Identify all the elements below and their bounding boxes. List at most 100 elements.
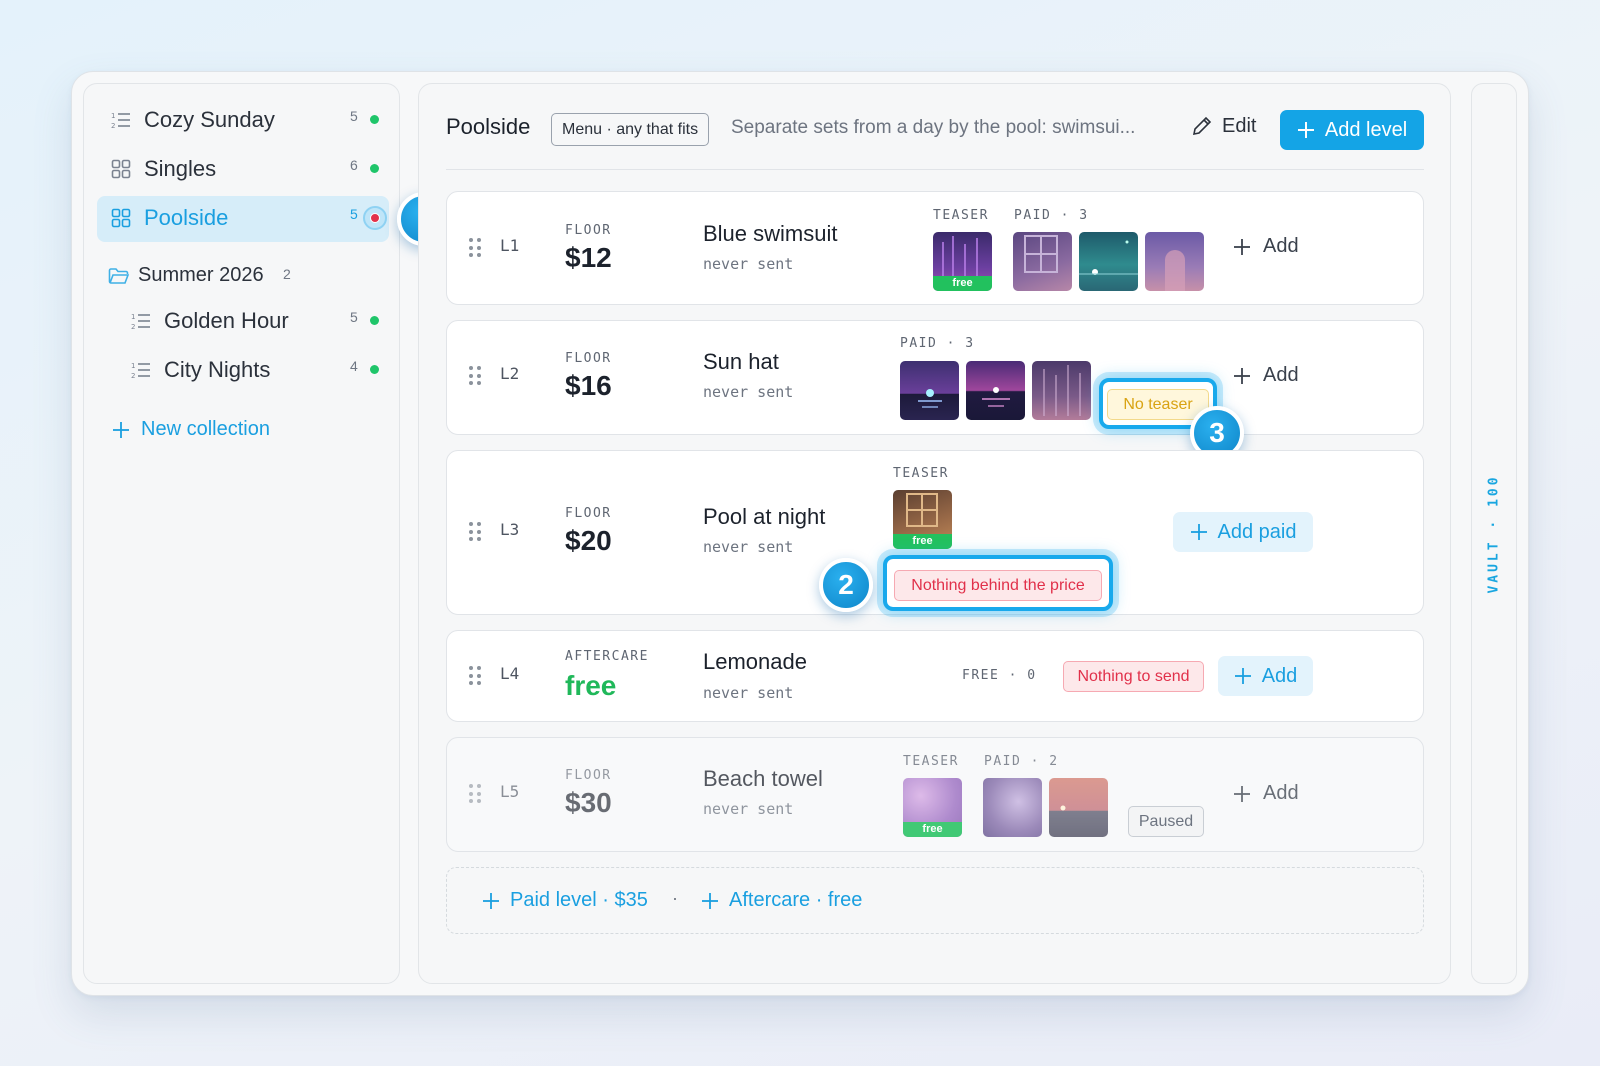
paid-thumbnail[interactable] xyxy=(1049,778,1108,837)
drag-handle-icon[interactable] xyxy=(469,666,481,686)
free-label: FREE · 0 xyxy=(962,668,1037,683)
drag-handle-icon[interactable] xyxy=(469,784,481,804)
item-count: 5 xyxy=(350,108,358,124)
add-level-label: Add level xyxy=(1324,118,1408,141)
level-kind: AFTERCARE xyxy=(565,649,649,664)
drag-handle-icon[interactable] xyxy=(469,522,481,542)
add-label: Add xyxy=(1263,235,1299,257)
sidebar-item-golden-hour[interactable]: 12 Golden Hour xyxy=(130,308,289,334)
teaser-label: TEASER xyxy=(893,466,949,481)
paid-thumbnail[interactable] xyxy=(983,778,1042,837)
item-count: 4 xyxy=(350,358,358,374)
paid-thumbnail[interactable] xyxy=(1013,232,1072,291)
sidebar-item-label: Cozy Sunday xyxy=(144,107,275,132)
pencil-icon xyxy=(1190,114,1214,138)
drag-handle-icon[interactable] xyxy=(469,238,481,258)
warning-no-teaser: No teaser xyxy=(1107,389,1209,420)
sidebar-item-label: Singles xyxy=(144,156,217,181)
sidebar-item-singles[interactable]: Singles xyxy=(110,156,216,182)
add-content-button[interactable]: Add xyxy=(1233,235,1299,258)
level-name: Blue swimsuit xyxy=(703,221,838,246)
sidebar-item-city-nights[interactable]: 12 City Nights xyxy=(130,357,270,383)
level-kind: FLOOR xyxy=(565,223,612,238)
level-price: $20 xyxy=(565,525,612,556)
level-id: L1 xyxy=(500,236,520,255)
teaser-label: TEASER xyxy=(903,754,959,769)
level-name: Pool at night xyxy=(703,504,826,529)
add-content-button[interactable]: Add xyxy=(1233,782,1299,805)
folder-label: Summer 2026 xyxy=(138,264,264,286)
add-label: Add xyxy=(1261,664,1298,687)
send-status: never sent xyxy=(703,684,794,702)
teaser-thumbnail[interactable]: free xyxy=(903,778,962,837)
add-content-button[interactable]: Add xyxy=(1233,364,1299,387)
new-collection-button[interactable]: New collection xyxy=(111,418,270,441)
add-level-button[interactable]: Add level xyxy=(1280,110,1424,150)
sidebar-item-poolside[interactable]: Poolside xyxy=(110,205,228,231)
callout-badge-2: 2 xyxy=(819,558,873,612)
send-status: never sent xyxy=(703,538,794,556)
add-content-button[interactable]: Add xyxy=(1218,656,1313,696)
warning-nothing-to-send: Nothing to send xyxy=(1063,661,1204,692)
send-status: never sent xyxy=(703,255,794,273)
plus-icon xyxy=(1234,667,1252,685)
add-paid-level-button[interactable]: Paid level · $35 xyxy=(482,889,648,912)
item-count: 6 xyxy=(350,157,358,173)
teaser-label: TEASER xyxy=(933,208,989,223)
teaser-thumbnail[interactable]: free xyxy=(933,232,992,291)
sidebar-item-label: Poolside xyxy=(144,205,229,230)
paid-thumbnail[interactable] xyxy=(900,361,959,420)
add-aftercare-button[interactable]: Aftercare · free xyxy=(701,889,862,912)
edit-label: Edit xyxy=(1222,114,1257,137)
numbered-list-icon: 12 xyxy=(130,310,152,332)
level-id: L4 xyxy=(500,664,520,683)
teaser-thumbnail[interactable]: free xyxy=(893,490,952,549)
svg-text:1: 1 xyxy=(111,112,115,120)
plus-icon xyxy=(1233,785,1251,803)
svg-text:1: 1 xyxy=(131,362,135,370)
vault-label: VAULT · 100 xyxy=(1486,474,1502,594)
add-paid-button[interactable]: Add paid xyxy=(1173,512,1313,552)
svg-text:2: 2 xyxy=(111,122,115,129)
edit-button[interactable]: Edit xyxy=(1190,114,1256,138)
paid-label: PAID · 3 xyxy=(1014,208,1089,223)
page-title: Poolside xyxy=(446,114,531,139)
numbered-list-icon: 12 xyxy=(110,109,132,131)
paid-thumbnail[interactable] xyxy=(966,361,1025,420)
sidebar-item-cozy-sunday[interactable]: 12 Cozy Sunday xyxy=(110,107,275,133)
plus-icon xyxy=(1233,238,1251,256)
send-status: never sent xyxy=(703,383,794,401)
alert-indicator xyxy=(363,206,387,230)
plus-icon xyxy=(1233,367,1251,385)
level-name: Lemonade xyxy=(703,649,807,674)
level-price: $12 xyxy=(565,242,612,273)
warning-nothing-behind-price: Nothing behind the price xyxy=(894,570,1102,601)
level-id: L2 xyxy=(500,364,520,383)
grid-icon xyxy=(110,158,132,180)
sidebar-item-label: Golden Hour xyxy=(164,308,289,333)
sidebar-folder-summer-2026[interactable]: Summer 2026 xyxy=(108,264,264,287)
drag-handle-icon[interactable] xyxy=(469,366,481,386)
item-count: 5 xyxy=(350,206,358,222)
send-status: never sent xyxy=(703,800,794,818)
level-id: L3 xyxy=(500,520,520,539)
plus-icon xyxy=(1297,121,1315,139)
plus-icon xyxy=(482,892,500,910)
status-dot xyxy=(370,316,379,325)
svg-text:2: 2 xyxy=(131,323,135,330)
plus-icon xyxy=(111,420,131,440)
level-id: L5 xyxy=(500,782,520,801)
paid-label: PAID · 2 xyxy=(984,754,1059,769)
paid-thumbnail[interactable] xyxy=(1032,361,1091,420)
svg-text:1: 1 xyxy=(131,313,135,321)
plus-icon xyxy=(1190,523,1208,541)
header-divider xyxy=(446,169,1424,170)
menu-chip[interactable]: Menu · any that fits xyxy=(551,113,710,146)
paid-thumbnail[interactable] xyxy=(1079,232,1138,291)
separator: · xyxy=(672,888,678,908)
item-count: 5 xyxy=(350,309,358,325)
paid-thumbnail[interactable] xyxy=(1145,232,1204,291)
status-dot xyxy=(370,164,379,173)
numbered-list-icon: 12 xyxy=(130,359,152,381)
folder-count: 2 xyxy=(283,266,291,282)
